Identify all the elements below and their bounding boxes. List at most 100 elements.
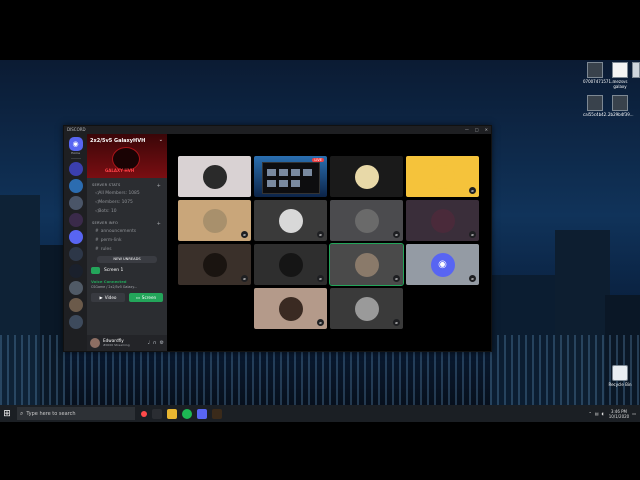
avatar — [354, 296, 379, 321]
live-badge: LIVE — [312, 158, 324, 162]
server-banner[interactable]: 2x2/5v5 GalaxyHVH ⌄ GALAXY HVH — [87, 134, 167, 178]
gear-icon[interactable]: ⚙ — [160, 340, 164, 346]
channel-item[interactable]: # announcements — [95, 229, 167, 234]
server-icon[interactable] — [68, 213, 83, 227]
desktop-icon[interactable]: 2b29b4f39... — [608, 95, 634, 117]
server-icon[interactable] — [68, 162, 83, 176]
document-icon — [612, 62, 628, 78]
desktop-icon[interactable]: 07007471571... — [583, 62, 615, 84]
close-icon[interactable]: ✕ — [485, 126, 488, 134]
avatar — [278, 252, 303, 277]
search-icon: ⌕ — [20, 409, 24, 417]
title-bar: DISCORD — □ ✕ — [64, 126, 491, 134]
cortana-icon[interactable] — [141, 410, 147, 417]
discord-logo-icon: ◉ — [438, 258, 447, 270]
stat-channel[interactable]: ◁All Members: 1085 — [95, 191, 167, 196]
avatar — [354, 208, 379, 233]
add-channel-icon[interactable]: + — [157, 221, 161, 227]
voice-status: Voice Connected — [91, 279, 127, 284]
voice-location: CSGame / 2x2/5v5 Galaxy... — [91, 285, 137, 289]
volume-icon[interactable]: ◖ — [602, 411, 604, 416]
participant-tile[interactable]: ⌀ — [254, 200, 327, 241]
avatar[interactable] — [90, 338, 100, 348]
participant-tile[interactable]: ⌀ — [406, 156, 479, 197]
avatar — [430, 164, 455, 189]
muted-icon: ⌀ — [469, 275, 476, 282]
video-button[interactable]: ▶ Video — [91, 293, 125, 302]
desktop-icon[interactable] — [632, 62, 640, 79]
network-icon[interactable]: ▤ — [595, 411, 599, 416]
spotify-icon[interactable] — [182, 408, 192, 419]
minimize-icon[interactable]: — — [465, 126, 469, 134]
muted-icon: ⌀ — [241, 275, 248, 282]
server-icon[interactable] — [68, 298, 83, 312]
server-icon[interactable] — [68, 281, 83, 295]
camera-icon: ▶ — [99, 295, 103, 300]
recycle-bin[interactable]: Recycle Bin — [608, 365, 632, 387]
server-icon[interactable] — [68, 230, 83, 244]
participant-tile[interactable]: ⌀ — [254, 288, 327, 329]
file-explorer-icon[interactable] — [167, 408, 177, 419]
participant-tile[interactable]: ⌀ — [254, 244, 327, 285]
desktop-icon[interactable]: cal55c4b42... — [583, 95, 610, 117]
microphone-icon[interactable]: ♩ — [147, 340, 149, 346]
maximize-icon[interactable]: □ — [475, 126, 479, 134]
discord-taskbar-icon[interactable] — [197, 408, 207, 419]
participant-tile[interactable]: ⌀ — [330, 200, 403, 241]
divider — [70, 158, 81, 159]
server-icon[interactable] — [68, 264, 83, 278]
muted-icon: ⌀ — [393, 231, 400, 238]
image-file-icon — [587, 62, 603, 78]
taskbar-search[interactable]: ⌕ Type here to search — [17, 407, 135, 420]
participant-tile[interactable]: ⌀ — [330, 288, 403, 329]
discord-window: DISCORD — □ ✕ ◉ Home 2x2/5v5 GalaxyHVH ⌄… — [63, 125, 492, 352]
avatar — [354, 252, 379, 277]
hash-icon: # — [95, 229, 99, 234]
taskbar: ⊞ ⌕ Type here to search ⌃ ▤ ◖ 3:46 PM 10… — [0, 405, 640, 422]
chevron-up-icon[interactable]: ⌃ — [588, 411, 591, 416]
new-unreads-pill[interactable]: NEW UNREADS — [97, 256, 157, 263]
participant-tile[interactable]: ⌀ — [178, 244, 251, 285]
app-icon[interactable] — [212, 408, 222, 419]
participant-tile[interactable] — [178, 156, 251, 197]
participant-tile[interactable] — [330, 156, 403, 197]
screen-button[interactable]: ▭ Screen — [129, 293, 163, 302]
video-letterbox-top — [0, 0, 640, 60]
channel-item[interactable]: # rules — [95, 247, 167, 252]
avatar — [430, 208, 455, 233]
avatar — [354, 164, 379, 189]
start-button[interactable]: ⊞ — [0, 405, 14, 422]
server-icon[interactable] — [68, 315, 83, 329]
avatar — [202, 164, 227, 189]
desktop-icon[interactable]: mezsvs galaxy — [608, 62, 632, 89]
stat-channel[interactable]: ◁Members: 1075 — [95, 200, 167, 205]
screen-share-tile[interactable]: LIVE — [254, 156, 327, 197]
notification-icon[interactable]: ▭ — [632, 411, 636, 416]
screen-icon: ▭ — [135, 295, 140, 300]
participant-tile[interactable]: ⌀ — [178, 200, 251, 241]
voice-channel-item[interactable]: Screen 1 — [91, 267, 167, 274]
task-view-icon[interactable] — [152, 408, 162, 419]
server-icon[interactable] — [68, 196, 83, 210]
clock[interactable]: 3:46 PM 10/1/2020 — [609, 409, 630, 419]
headphones-icon[interactable]: ∩ — [153, 340, 157, 346]
server-icon[interactable] — [68, 247, 83, 261]
category-server-info[interactable]: SERVER INFO + — [92, 221, 167, 227]
category-server-stats[interactable]: SERVER STATS + — [92, 183, 167, 189]
participant-tile-speaking[interactable]: ⌀ — [329, 243, 404, 286]
add-channel-icon[interactable]: + — [157, 183, 161, 189]
server-icon[interactable] — [68, 179, 83, 193]
channel-item[interactable]: # perm-link — [95, 238, 167, 243]
image-file-icon — [587, 95, 603, 111]
chevron-down-icon[interactable]: ⌄ — [159, 137, 163, 143]
channel-sidebar: 2x2/5v5 GalaxyHVH ⌄ GALAXY HVH SERVER ST… — [87, 134, 167, 351]
muted-icon: ⌀ — [469, 231, 476, 238]
home-button[interactable]: ◉ — [68, 137, 83, 151]
participant-tile[interactable]: ⌀ — [406, 200, 479, 241]
video-letterbox-bottom — [0, 422, 640, 480]
stat-channel[interactable]: ◁Bots: 10 — [95, 209, 167, 214]
participant-tile[interactable]: ◉ ⌀ — [406, 244, 479, 285]
avatar — [278, 296, 303, 321]
recycle-bin-icon — [612, 365, 628, 381]
muted-icon: ⌀ — [317, 231, 324, 238]
